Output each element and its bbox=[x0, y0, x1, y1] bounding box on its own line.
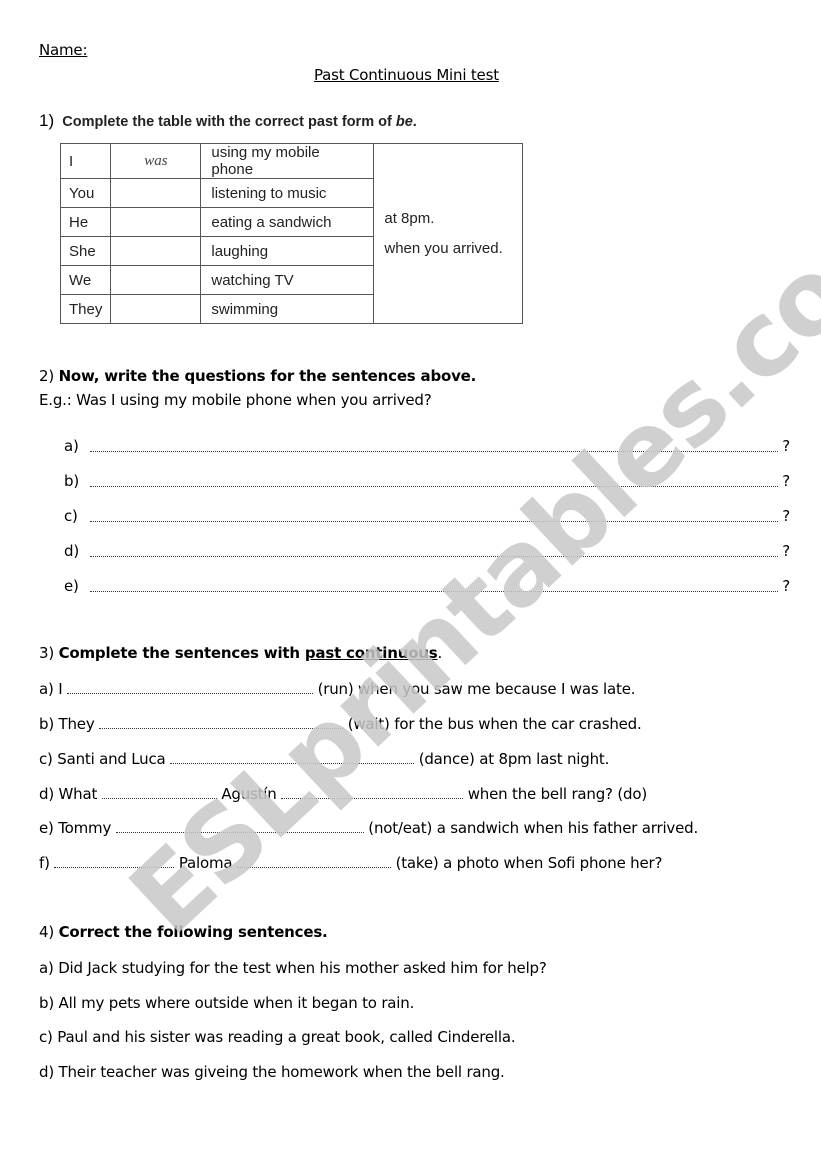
answer-dotted-line[interactable] bbox=[90, 521, 778, 522]
incorrect-sentence: c) Paul and his sister was reading a gre… bbox=[39, 1028, 516, 1046]
section4-instruction: Correct the following sentences. bbox=[58, 923, 328, 941]
section1-instruction-italic: be bbox=[395, 114, 413, 130]
question-line[interactable]: d) ? bbox=[64, 542, 792, 560]
be-answer-cell[interactable] bbox=[110, 236, 202, 266]
be-answer-cell[interactable] bbox=[110, 207, 202, 237]
time-option: at 8pm. bbox=[384, 209, 435, 227]
sentence-end: when the bell rang? (do) bbox=[467, 785, 647, 803]
sentence-end: (run) when you saw me because I was late… bbox=[317, 680, 636, 698]
activity-cell: swimming bbox=[200, 294, 375, 324]
section4-number: 4) bbox=[39, 923, 54, 941]
activity-cell: listening to music bbox=[200, 178, 375, 208]
answer-dotted-line[interactable] bbox=[90, 486, 778, 487]
activity-cell: eating a sandwich bbox=[200, 207, 375, 237]
item-label: c) bbox=[64, 507, 78, 525]
section2-instruction: Now, write the questions for the sentenc… bbox=[58, 367, 477, 385]
item-label: e) bbox=[64, 577, 79, 595]
item-label: b) bbox=[64, 472, 79, 490]
incorrect-sentence: a) Did Jack studying for the test when h… bbox=[39, 959, 547, 977]
activity-cell: laughing bbox=[200, 236, 375, 266]
sentence-end: (not/eat) a sandwich when his father arr… bbox=[368, 819, 699, 837]
item-label: a) bbox=[64, 437, 79, 455]
item-label: d) bbox=[64, 542, 79, 560]
activity-cell: using my mobile phone bbox=[200, 143, 375, 179]
section3-instruction-underlined: past continuous bbox=[304, 644, 438, 662]
question-mark: ? bbox=[782, 472, 790, 490]
section3-heading: 3) Complete the sentences with past cont… bbox=[39, 644, 442, 662]
be-table: I was using my mobile phone at 8pm. when… bbox=[59, 143, 524, 324]
section1-instruction: Complete the table with the correct past… bbox=[62, 114, 396, 130]
sentence-end: (dance) at 8pm last night. bbox=[418, 750, 610, 768]
answer-blank[interactable] bbox=[67, 692, 314, 694]
answer-blank[interactable] bbox=[115, 831, 364, 833]
sentence-item: a) I (run) when you saw me because I was… bbox=[39, 680, 635, 698]
sentence-item: e) Tommy (not/eat) a sandwich when his f… bbox=[39, 819, 698, 837]
question-mark: ? bbox=[782, 577, 790, 595]
sentence-item: b) They (wait) for the bus when the car … bbox=[39, 715, 642, 733]
be-answer-cell[interactable] bbox=[110, 294, 202, 324]
section3-instruction-end: . bbox=[437, 644, 443, 662]
subject-cell: He bbox=[59, 207, 112, 237]
question-line[interactable]: c) ? bbox=[64, 507, 792, 525]
sentence-item: c) Santi and Luca (dance) at 8pm last ni… bbox=[39, 750, 609, 768]
answer-blank[interactable] bbox=[101, 797, 217, 799]
subject-cell: She bbox=[59, 236, 112, 266]
answer-blank[interactable] bbox=[170, 762, 415, 764]
answer-dotted-line[interactable] bbox=[90, 451, 778, 452]
sentence-mid: Paloma bbox=[178, 854, 233, 872]
section4-heading: 4) Correct the following sentences. bbox=[39, 923, 328, 941]
section3-number: 3) bbox=[39, 644, 54, 662]
section2-heading: 2) Now, write the questions for the sent… bbox=[39, 367, 476, 385]
be-answer-cell[interactable] bbox=[110, 265, 202, 295]
answer-dotted-line[interactable] bbox=[90, 591, 778, 592]
sentence-end: (take) a photo when Sofi phone her? bbox=[395, 854, 663, 872]
be-answer-cell[interactable]: was bbox=[110, 143, 202, 179]
time-option: when you arrived. bbox=[384, 239, 503, 257]
sentence-start: a) I bbox=[39, 680, 63, 698]
sentence-start: d) What bbox=[39, 785, 98, 803]
question-line[interactable]: b) ? bbox=[64, 472, 792, 490]
sentence-mid: Agustín bbox=[221, 785, 277, 803]
subject-cell: They bbox=[59, 294, 112, 324]
section2-example: E.g.: Was I using my mobile phone when y… bbox=[39, 391, 432, 409]
incorrect-sentence: b) All my pets where outside when it beg… bbox=[39, 994, 415, 1012]
sentence-start: c) Santi and Luca bbox=[39, 750, 166, 768]
section2-number: 2) bbox=[39, 367, 54, 385]
section1-heading: 1) Complete the table with the correct p… bbox=[39, 111, 417, 131]
sentence-start: e) Tommy bbox=[39, 819, 112, 837]
activity-cell: watching TV bbox=[200, 265, 375, 295]
be-answer-cell[interactable] bbox=[110, 178, 202, 208]
section1-instruction-end: . bbox=[412, 114, 417, 130]
name-label: Name: bbox=[39, 41, 88, 59]
question-mark: ? bbox=[782, 542, 790, 560]
worksheet-title: Past Continuous Mini test bbox=[314, 66, 499, 84]
sentence-start: b) They bbox=[39, 715, 95, 733]
subject-cell: We bbox=[59, 265, 112, 295]
incorrect-sentence: d) Their teacher was giveing the homewor… bbox=[39, 1063, 505, 1081]
answer-dotted-line[interactable] bbox=[90, 556, 778, 557]
sentence-item: f) Paloma (take) a photo when Sofi phone… bbox=[39, 854, 662, 872]
answer-blank[interactable] bbox=[281, 797, 464, 799]
sentence-item: d) What Agustín when the bell rang? (do) bbox=[39, 785, 647, 803]
sentence-start: f) bbox=[39, 854, 50, 872]
table-row: I was using my mobile phone at 8pm. when… bbox=[59, 143, 524, 324]
question-line[interactable]: e) ? bbox=[64, 577, 792, 595]
sentence-end: (wait) for the bus when the car crashed. bbox=[347, 715, 642, 733]
section1-number: 1) bbox=[39, 111, 55, 130]
section3-instruction: Complete the sentences with bbox=[58, 644, 305, 662]
answer-blank[interactable] bbox=[54, 866, 175, 868]
question-mark: ? bbox=[782, 437, 790, 455]
question-line[interactable]: a) ? bbox=[64, 437, 792, 455]
question-mark: ? bbox=[782, 507, 790, 525]
answer-blank[interactable] bbox=[236, 866, 391, 868]
subject-cell: You bbox=[59, 178, 112, 208]
time-cell: at 8pm. when you arrived. bbox=[373, 143, 524, 324]
subject-cell: I bbox=[59, 143, 112, 179]
answer-blank[interactable] bbox=[99, 727, 344, 729]
